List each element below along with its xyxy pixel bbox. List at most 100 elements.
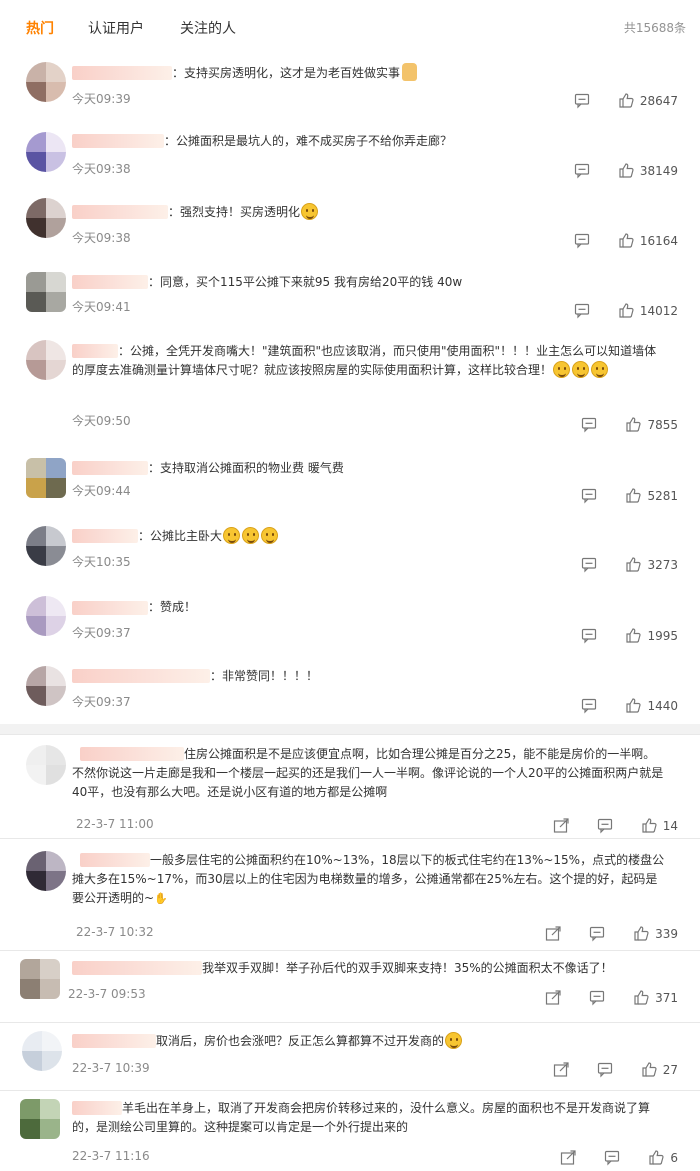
- comment-icon: [605, 1150, 620, 1165]
- like-icon: [626, 628, 642, 643]
- reply-text: 羊毛出在羊身上，取消了开发商会把房价转移过来的，没什么意义。房屋的面积也不是开发…: [72, 1101, 651, 1134]
- avatar[interactable]: [26, 272, 66, 312]
- like-button[interactable]: 1995: [625, 627, 678, 644]
- comment-text: ：强烈支持！买房透明化: [168, 203, 666, 222]
- username-blurred[interactable]: [72, 134, 164, 148]
- share-button[interactable]: [545, 989, 562, 1006]
- avatar[interactable]: [26, 745, 66, 785]
- reply-item: 羊毛出在羊身上，取消了开发商会把房价转移过来的，没什么意义。房屋的面积也不是开发…: [0, 1090, 700, 1171]
- tab-hot[interactable]: 热门: [26, 18, 54, 38]
- comment-actions: 16164: [552, 230, 678, 250]
- reply-button[interactable]: [574, 162, 591, 179]
- reply-button[interactable]: [581, 487, 598, 504]
- reply-button[interactable]: [574, 302, 591, 319]
- avatar[interactable]: [22, 1031, 62, 1071]
- username-blurred[interactable]: [72, 275, 148, 289]
- comment-text: ：公摊面积是最坑人的，难不成买房子不给你弄走廊？: [164, 134, 453, 148]
- like-count: 27: [662, 1062, 678, 1077]
- comment-icon: [582, 698, 597, 713]
- total-comment-count: 共15688条: [623, 21, 686, 35]
- reply-button[interactable]: [604, 1149, 621, 1166]
- like-icon: [642, 818, 657, 833]
- avatar[interactable]: [26, 666, 66, 706]
- avatar[interactable]: [26, 851, 66, 891]
- reply-actions: 6: [538, 1147, 678, 1167]
- like-icon: [634, 926, 649, 941]
- like-button[interactable]: 5281: [625, 487, 678, 504]
- like-button[interactable]: 3273: [625, 556, 678, 573]
- reply-time: 22-3-7 11:16: [72, 1149, 150, 1163]
- reply-button[interactable]: [581, 416, 598, 433]
- tab-following[interactable]: 关注的人: [180, 18, 236, 38]
- share-button[interactable]: [545, 925, 562, 942]
- reply-button[interactable]: [581, 627, 598, 644]
- comment-text: ：赞成！: [148, 600, 197, 614]
- share-icon: [561, 1150, 576, 1165]
- reply-actions: 339: [523, 923, 678, 943]
- avatar[interactable]: [20, 1099, 60, 1139]
- comment-icon: [589, 926, 605, 941]
- like-button[interactable]: 38149: [618, 162, 678, 179]
- like-button[interactable]: 28647: [618, 92, 678, 109]
- username-blurred[interactable]: [72, 529, 138, 543]
- avatar[interactable]: [20, 959, 60, 999]
- like-button[interactable]: 339: [633, 925, 678, 942]
- reply-button[interactable]: [597, 1061, 614, 1078]
- reply-button[interactable]: [574, 92, 591, 109]
- username-blurred[interactable]: [72, 66, 172, 80]
- comment-icon: [597, 818, 612, 833]
- grin-emoji-icon: [261, 527, 279, 544]
- avatar[interactable]: [26, 458, 66, 498]
- like-icon: [619, 233, 634, 248]
- reply-time: 22-3-7 10:32: [76, 925, 154, 939]
- like-button[interactable]: 27: [641, 1061, 678, 1078]
- like-button[interactable]: 371: [633, 989, 678, 1006]
- comment-item: ：赞成！ 今天09:37 1995: [0, 590, 700, 652]
- like-button[interactable]: 14: [641, 817, 678, 834]
- username-blurred[interactable]: [72, 669, 210, 683]
- comment-actions: 5281: [559, 485, 678, 505]
- like-button[interactable]: 16164: [618, 232, 678, 249]
- like-button[interactable]: 7855: [625, 416, 678, 433]
- username-blurred[interactable]: [72, 461, 148, 475]
- comment-text: ：公摊比主卧大: [138, 527, 666, 546]
- username-blurred[interactable]: [72, 961, 202, 975]
- like-button[interactable]: 14012: [618, 302, 678, 319]
- avatar[interactable]: [26, 62, 66, 102]
- comment-time: 今天09:39: [72, 92, 131, 106]
- like-icon: [634, 990, 649, 1005]
- avatar[interactable]: [26, 198, 66, 238]
- share-button[interactable]: [553, 817, 570, 834]
- like-button[interactable]: 1440: [625, 697, 678, 714]
- username-blurred[interactable]: [72, 601, 148, 615]
- comment-icon: [574, 163, 589, 178]
- reply-actions: 371: [523, 987, 678, 1007]
- reply-button[interactable]: [589, 989, 606, 1006]
- reply-button[interactable]: [597, 817, 614, 834]
- reply-button[interactable]: [589, 925, 606, 942]
- avatar[interactable]: [26, 596, 66, 636]
- avatar[interactable]: [26, 132, 66, 172]
- avatar[interactable]: [26, 340, 66, 380]
- reply-button[interactable]: [574, 232, 591, 249]
- comment-text: ：支持买房透明化，这才是为老百姓做实事: [172, 63, 666, 83]
- thumbs-up-emoji-icon: [402, 63, 418, 81]
- section-divider: [0, 724, 700, 734]
- avatar[interactable]: [26, 526, 66, 566]
- like-button[interactable]: 6: [648, 1149, 678, 1166]
- reply-item: 一般多层住宅的公摊面积约在10%~13%，18层以下的板式住宅约在13%~15%…: [0, 838, 700, 944]
- tab-verified-users[interactable]: 认证用户: [88, 18, 144, 38]
- comment-text: ：公摊，全凭开发商嘴大！"建筑面积"也应该取消，而只使用"使用面积"！！！业主怎…: [72, 344, 657, 378]
- reply-button[interactable]: [581, 697, 598, 714]
- reply-item: 我举双手双脚！举子孙后代的双手双脚来支持！35%的公摊面积太不像话了！ 22-3…: [0, 950, 700, 1016]
- comment-item: ：公摊比主卧大 今天10:35 3273: [0, 518, 700, 582]
- share-button[interactable]: [553, 1061, 570, 1078]
- reply-button[interactable]: [581, 556, 598, 573]
- share-button[interactable]: [560, 1149, 577, 1166]
- username-blurred[interactable]: [72, 205, 168, 219]
- username-blurred[interactable]: [72, 1034, 156, 1048]
- comment-actions: 1995: [559, 625, 678, 645]
- share-icon: [553, 1062, 569, 1077]
- share-icon: [545, 926, 561, 941]
- hands-emoji-icon: ✋: [154, 892, 168, 905]
